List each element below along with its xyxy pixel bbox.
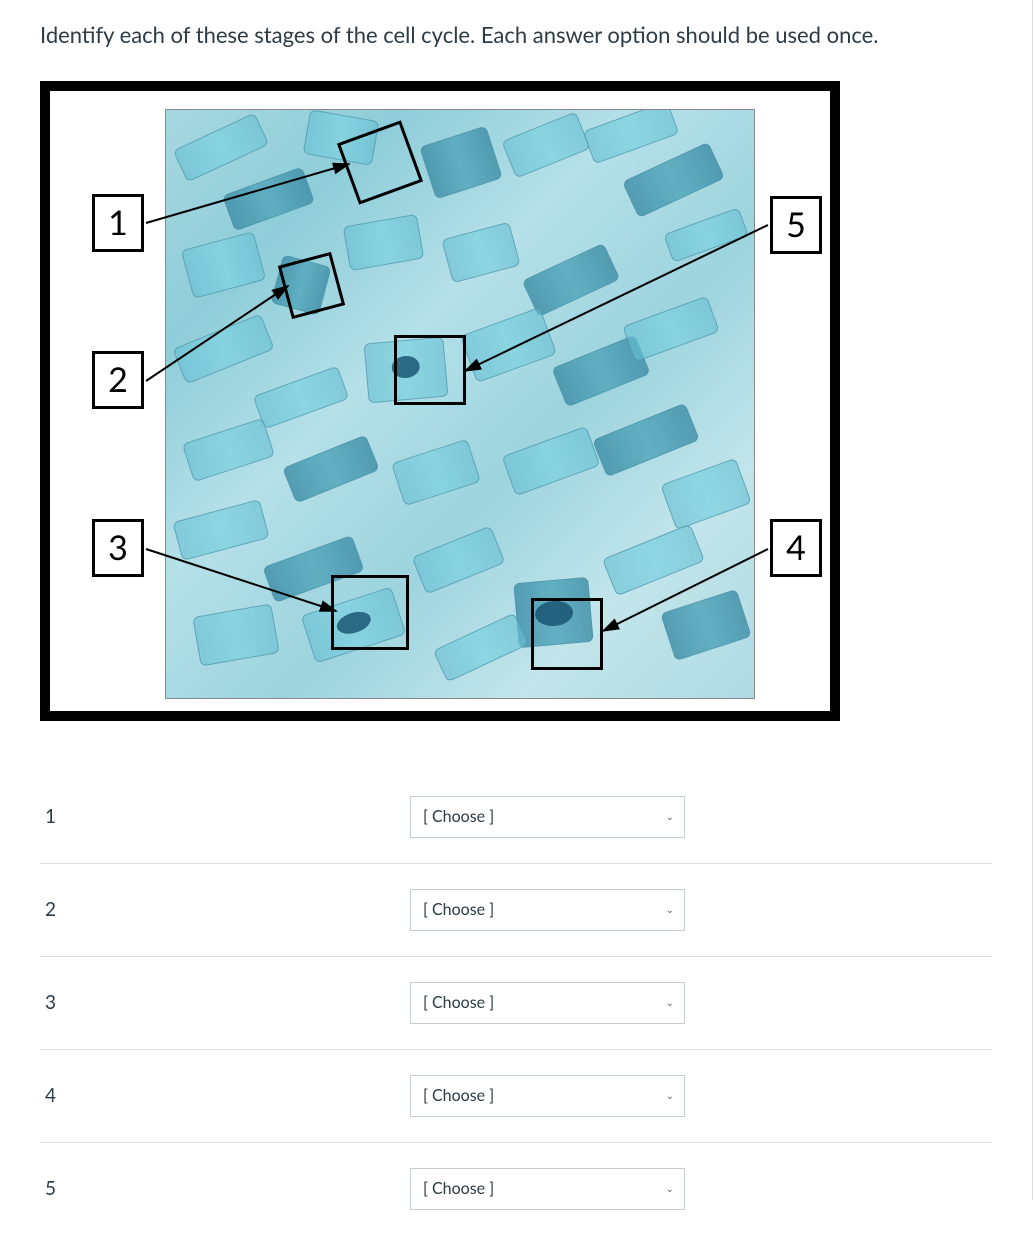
answer-dropdown-3[interactable]: [ Choose ] ⌄ <box>410 982 685 1024</box>
diagram-frame: 1 2 3 4 5 <box>40 81 840 721</box>
answer-label: 4 <box>40 1084 410 1107</box>
answer-row-2: 2 [ Choose ] ⌄ <box>40 864 992 957</box>
answer-row-1: 1 [ Choose ] ⌄ <box>40 771 992 864</box>
chevron-down-icon: ⌄ <box>666 1090 674 1102</box>
answer-label: 5 <box>40 1177 410 1200</box>
label-5: 5 <box>770 196 822 254</box>
answer-label: 2 <box>40 898 410 921</box>
chevron-down-icon: ⌄ <box>666 1183 674 1195</box>
answer-dropdown-2[interactable]: [ Choose ] ⌄ <box>410 889 685 931</box>
microscopy-image <box>165 109 755 699</box>
highlight-box-4 <box>531 598 603 670</box>
label-2: 2 <box>92 351 144 409</box>
highlight-box-3 <box>331 575 409 650</box>
answer-row-3: 3 [ Choose ] ⌄ <box>40 957 992 1050</box>
question-text: Identify each of these stages of the cel… <box>40 20 992 51</box>
answer-row-5: 5 [ Choose ] ⌄ <box>40 1143 992 1235</box>
answer-label: 3 <box>40 991 410 1014</box>
label-1: 1 <box>92 194 144 252</box>
answer-label: 1 <box>40 805 410 828</box>
chevron-down-icon: ⌄ <box>666 997 674 1009</box>
answer-table: 1 [ Choose ] ⌄ 2 [ Choose ] ⌄ 3 [ Choose… <box>40 771 992 1235</box>
answer-dropdown-1[interactable]: [ Choose ] ⌄ <box>410 796 685 838</box>
highlight-box-center <box>394 335 466 405</box>
answer-row-4: 4 [ Choose ] ⌄ <box>40 1050 992 1143</box>
label-3: 3 <box>92 519 144 577</box>
answer-dropdown-4[interactable]: [ Choose ] ⌄ <box>410 1075 685 1117</box>
chevron-down-icon: ⌄ <box>666 811 674 823</box>
label-4: 4 <box>770 519 822 577</box>
chevron-down-icon: ⌄ <box>666 904 674 916</box>
answer-dropdown-5[interactable]: [ Choose ] ⌄ <box>410 1168 685 1210</box>
